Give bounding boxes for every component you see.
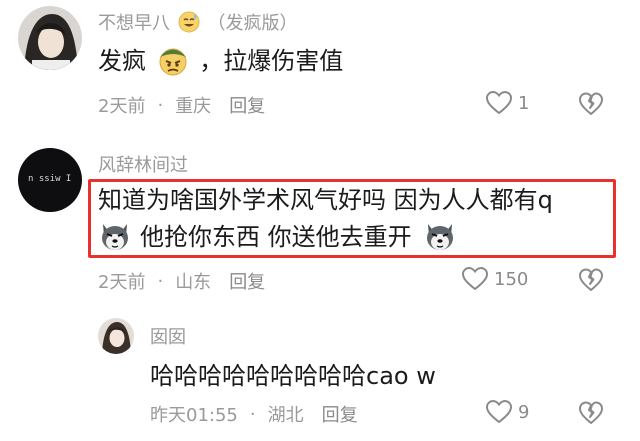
- comment-meta: 2天前 · 山东 回复: [98, 268, 265, 294]
- separator-dot: ·: [157, 270, 164, 292]
- timestamp: 2天前: [98, 272, 146, 293]
- timestamp: 2天前: [98, 96, 146, 117]
- like-button[interactable]: 9: [486, 400, 529, 424]
- like-count: 150: [494, 268, 529, 290]
- avatar[interactable]: [18, 6, 82, 70]
- location: 重庆: [175, 96, 212, 117]
- username[interactable]: 不想早八 （发疯版）: [98, 9, 297, 35]
- reply-button[interactable]: 回复: [229, 268, 265, 294]
- sweat-smile-emoji-icon: [178, 11, 200, 33]
- username[interactable]: 风辞林间过: [98, 151, 188, 177]
- avatar[interactable]: [98, 318, 134, 354]
- highlight-box: [88, 179, 616, 258]
- avatar[interactable]: n ssiw I: [18, 148, 82, 212]
- reply-button[interactable]: 回复: [322, 401, 358, 427]
- like-count: 1: [518, 92, 530, 114]
- location: 山东: [175, 272, 212, 293]
- comment-meta: 2天前 · 重庆 回复: [98, 92, 265, 118]
- username[interactable]: 囡囡: [150, 323, 186, 349]
- heart-outline-icon: [486, 400, 512, 424]
- heart-outline-icon: [486, 91, 512, 115]
- comment-text: 发疯 ，拉爆伤害值: [98, 44, 343, 78]
- comment-text: 哈哈哈哈哈哈哈哈哈cao w: [150, 362, 436, 390]
- angry-face-emoji-icon: [159, 48, 187, 76]
- broken-heart-icon[interactable]: [579, 92, 603, 116]
- comment-meta: 昨天01:55 · 湖北 回复: [150, 401, 358, 427]
- separator-dot: ·: [249, 403, 256, 425]
- separator-dot: ·: [157, 94, 164, 116]
- comment-1: 不想早八 （发疯版） 发疯 ，拉爆伤害值 2天前 · 重庆 回复 1: [0, 0, 640, 130]
- broken-heart-icon[interactable]: [579, 401, 603, 425]
- heart-outline-icon: [462, 267, 488, 291]
- like-count: 9: [518, 401, 530, 423]
- like-button[interactable]: 1: [486, 91, 529, 115]
- broken-heart-icon[interactable]: [579, 268, 603, 292]
- comment-3-reply: 囡囡 哈哈哈哈哈哈哈哈哈cao w 昨天01:55 · 湖北 回复 9: [0, 310, 640, 441]
- location: 湖北: [267, 405, 304, 426]
- like-button[interactable]: 150: [462, 267, 528, 291]
- avatar-text: n ssiw I: [28, 174, 72, 184]
- reply-button[interactable]: 回复: [229, 92, 265, 118]
- timestamp: 昨天01:55: [150, 405, 238, 426]
